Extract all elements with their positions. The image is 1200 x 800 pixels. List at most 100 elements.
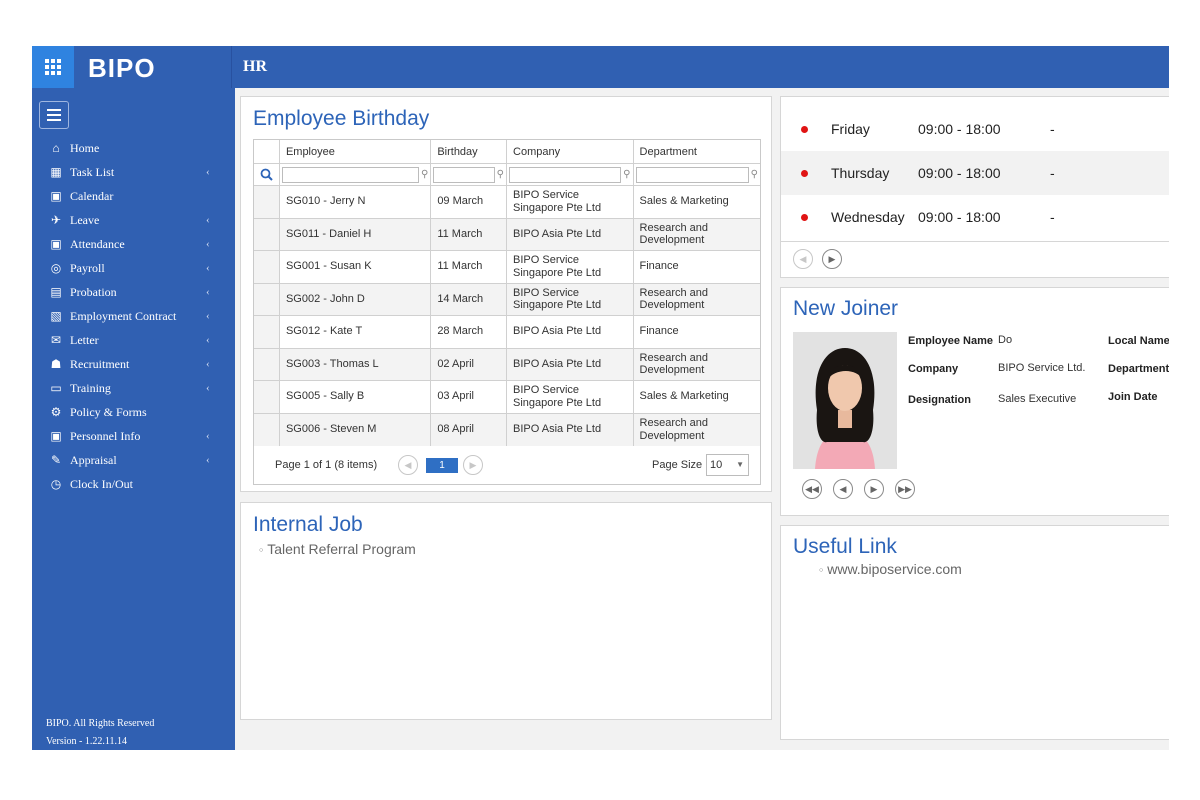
letter-icon: ✉: [50, 332, 62, 347]
useful-link-title: Useful Link: [793, 535, 897, 558]
menu-toggle-icon[interactable]: [39, 101, 69, 129]
schedule-row: Thursday 09:00 - 18:00 -: [781, 151, 1169, 195]
next-joiner-icon[interactable]: ▶: [864, 479, 884, 499]
table-row[interactable]: SG002 - John D 14 March BIPO Service Singa…: [254, 283, 760, 316]
chevron-left-icon[interactable]: ‹: [206, 286, 210, 298]
chevron-left-icon[interactable]: ‹: [206, 166, 210, 178]
filter-icon[interactable]: ⚲: [497, 169, 504, 180]
sidebar-item-label: Clock In/Out: [70, 476, 133, 491]
chevron-left-icon[interactable]: ‹: [206, 430, 210, 442]
sidebar-item-policy-forms[interactable]: ⚙ Policy & Forms: [32, 400, 235, 424]
schedule-row: Wednesday 09:00 - 18:00 -: [781, 195, 1169, 239]
pager-summary: Page 1 of 1 (8 items): [275, 459, 378, 471]
chevron-left-icon[interactable]: ‹: [206, 454, 210, 466]
chevron-left-icon[interactable]: ‹: [206, 358, 210, 370]
sidebar-item-recruitment[interactable]: ☗ Recruitment ‹: [32, 352, 235, 376]
appraisal-icon: ✎: [50, 452, 62, 467]
last-joiner-icon[interactable]: ▶▶: [895, 479, 915, 499]
column-header-company[interactable]: Company: [507, 140, 634, 163]
sidebar-item-payroll[interactable]: ◎ Payroll ‹: [32, 256, 235, 280]
filter-icon[interactable]: ⚲: [623, 169, 630, 180]
cell-employee: SG002 - John D: [280, 283, 432, 315]
employee-name-label: Employee Name: [908, 335, 993, 347]
cell-company: BIPO Asia Pte Ltd: [507, 413, 634, 446]
table-row[interactable]: SG006 - Steven M 08 April BIPO Asia Pte Lt…: [254, 413, 760, 446]
page-1-button[interactable]: 1: [426, 458, 458, 473]
sidebar-item-label: Payroll: [70, 260, 105, 275]
join-date-label: Join Date: [1108, 391, 1158, 403]
table-row[interactable]: SG001 - Susan K 11 March BIPO Service Sing…: [254, 251, 760, 284]
filter-company-input[interactable]: [509, 166, 622, 183]
probation-icon: ▤: [50, 284, 62, 299]
cell-employee: SG001 - Susan K: [280, 251, 432, 283]
chevron-down-icon: ▼: [736, 460, 744, 469]
chevron-left-icon[interactable]: ‹: [206, 334, 210, 346]
filter-employee-input[interactable]: [281, 166, 419, 183]
filter-icon[interactable]: ⚲: [751, 169, 758, 180]
cell-department: Research and Development: [639, 286, 709, 312]
table-row[interactable]: SG012 - Kate T 28 March BIPO Asia Pte Ltd F…: [254, 316, 760, 349]
sidebar-item-home[interactable]: ⌂ Home: [32, 136, 235, 160]
grid-header-row: Employee Birthday Company Department: [254, 140, 760, 164]
filter-icon[interactable]: ⚲: [421, 169, 428, 180]
sidebar-item-calendar[interactable]: ▣ Calendar: [32, 184, 235, 208]
cell-department: Research and Development: [639, 417, 709, 442]
top-bar: BIPO HR: [32, 46, 1169, 88]
sidebar-item-task-list[interactable]: ▦ Task List ‹: [32, 160, 235, 184]
attendance-icon: ▣: [50, 236, 62, 251]
search-icon[interactable]: [254, 164, 280, 185]
grid-body: SG010 - Jerry N 09 March BIPO Service Sing…: [254, 186, 760, 446]
chevron-left-icon[interactable]: ‹: [206, 262, 210, 274]
new-joiner-title: New Joiner: [793, 297, 899, 320]
cell-department: Research and Development: [639, 221, 709, 247]
prev-page-icon[interactable]: ◀: [398, 455, 418, 475]
table-row[interactable]: SG003 - Thomas L 02 April BIPO Asia Pte Lt…: [254, 348, 760, 381]
cell-company: BIPO Asia Pte Ltd: [507, 348, 634, 380]
chevron-left-icon[interactable]: ‹: [206, 310, 210, 322]
table-row[interactable]: SG010 - Jerry N 09 March BIPO Service Sing…: [254, 186, 760, 219]
page-size-select[interactable]: 10 ▼: [706, 454, 749, 476]
schedule-next-icon[interactable]: ▶: [822, 249, 842, 269]
schedule-prev-icon[interactable]: ◀: [793, 249, 813, 269]
chevron-left-icon[interactable]: ‹: [206, 214, 210, 226]
cell-employee: SG011 - Daniel H: [280, 218, 432, 250]
table-row[interactable]: SG011 - Daniel H 11 March BIPO Asia Pte Lt…: [254, 218, 760, 251]
useful-link-panel: Useful Link ○ www.biposervice.com: [780, 525, 1169, 740]
cell-birthday: 11 March: [431, 251, 508, 283]
filter-birthday-input[interactable]: [433, 166, 495, 183]
module-title: HR: [243, 58, 267, 75]
sidebar-item-training[interactable]: ▭ Training ‹: [32, 376, 235, 400]
divider: [231, 46, 232, 88]
sidebar-item-letter[interactable]: ✉ Letter ‹: [32, 328, 235, 352]
sidebar-item-label: Probation: [70, 284, 117, 299]
table-row[interactable]: SG005 - Sally B 03 April BIPO Service Sing…: [254, 381, 760, 414]
cell-department: Sales & Marketing: [639, 195, 729, 208]
useful-link-item[interactable]: ○ www.biposervice.com: [819, 561, 962, 577]
app-grid-icon[interactable]: [32, 46, 74, 88]
cell-department: Sales & Marketing: [639, 390, 729, 403]
designation-label: Designation: [908, 394, 971, 406]
cell-birthday: 09 March: [431, 186, 508, 218]
schedule-time: 09:00 - 18:00: [918, 165, 1001, 181]
status-dot-icon: [801, 170, 808, 177]
sidebar-item-appraisal[interactable]: ✎ Appraisal ‹: [32, 448, 235, 472]
next-page-icon[interactable]: ▶: [463, 455, 483, 475]
column-header-employee[interactable]: Employee: [280, 140, 432, 163]
chevron-left-icon[interactable]: ‹: [206, 382, 210, 394]
sidebar-item-leave[interactable]: ✈ Leave ‹: [32, 208, 235, 232]
sidebar-item-personnel-info[interactable]: ▣ Personnel Info ‹: [32, 424, 235, 448]
sidebar-item-clock-in-out[interactable]: ◷ Clock In/Out: [32, 472, 235, 496]
sidebar-item-attendance[interactable]: ▣ Attendance ‹: [32, 232, 235, 256]
first-joiner-icon[interactable]: ◀◀: [802, 479, 822, 499]
sidebar-item-probation[interactable]: ▤ Probation ‹: [32, 280, 235, 304]
task-list-icon: ▦: [50, 164, 62, 179]
new-joiner-photo: [793, 332, 897, 469]
prev-joiner-icon[interactable]: ◀: [833, 479, 853, 499]
sidebar-item-employment-contract[interactable]: ▧ Employment Contract ‹: [32, 304, 235, 328]
personnel-icon: ▣: [50, 428, 62, 443]
chevron-left-icon[interactable]: ‹: [206, 238, 210, 250]
column-header-department[interactable]: Department: [634, 140, 760, 163]
filter-department-input[interactable]: [635, 166, 749, 183]
internal-job-item[interactable]: ○ Talent Referral Program: [259, 541, 416, 557]
column-header-birthday[interactable]: Birthday: [431, 140, 508, 163]
